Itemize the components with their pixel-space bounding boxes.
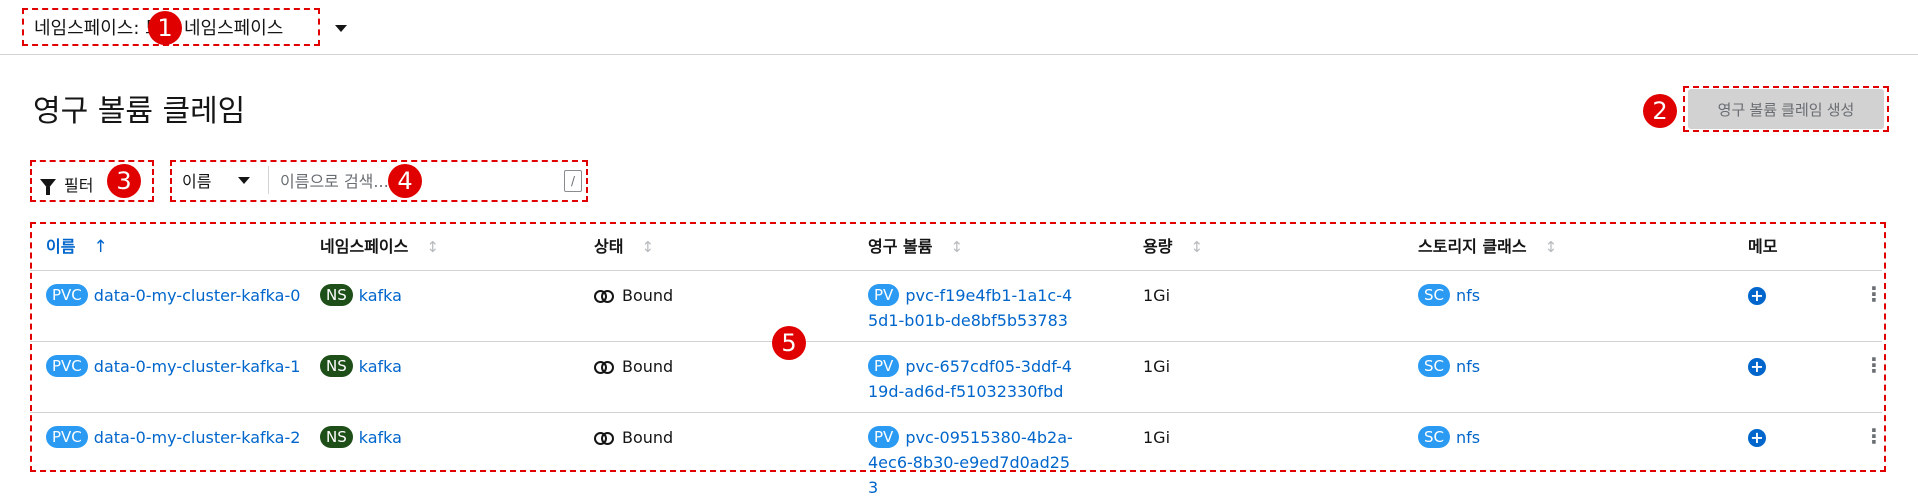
annotation-marker: 2: [1643, 94, 1677, 128]
annotation-box-create: [1683, 86, 1889, 132]
annotation-marker: 4: [388, 164, 422, 198]
topbar-divider: [0, 54, 1918, 55]
annotation-marker: 5: [772, 326, 806, 360]
annotation-marker: 1: [148, 11, 182, 45]
annotation-marker: 3: [107, 164, 141, 198]
page-title: 영구 볼륨 클레임: [33, 86, 245, 130]
annotation-box-table: [30, 222, 1886, 472]
chevron-down-icon[interactable]: [335, 25, 347, 32]
annotation-box-search: [170, 160, 588, 202]
